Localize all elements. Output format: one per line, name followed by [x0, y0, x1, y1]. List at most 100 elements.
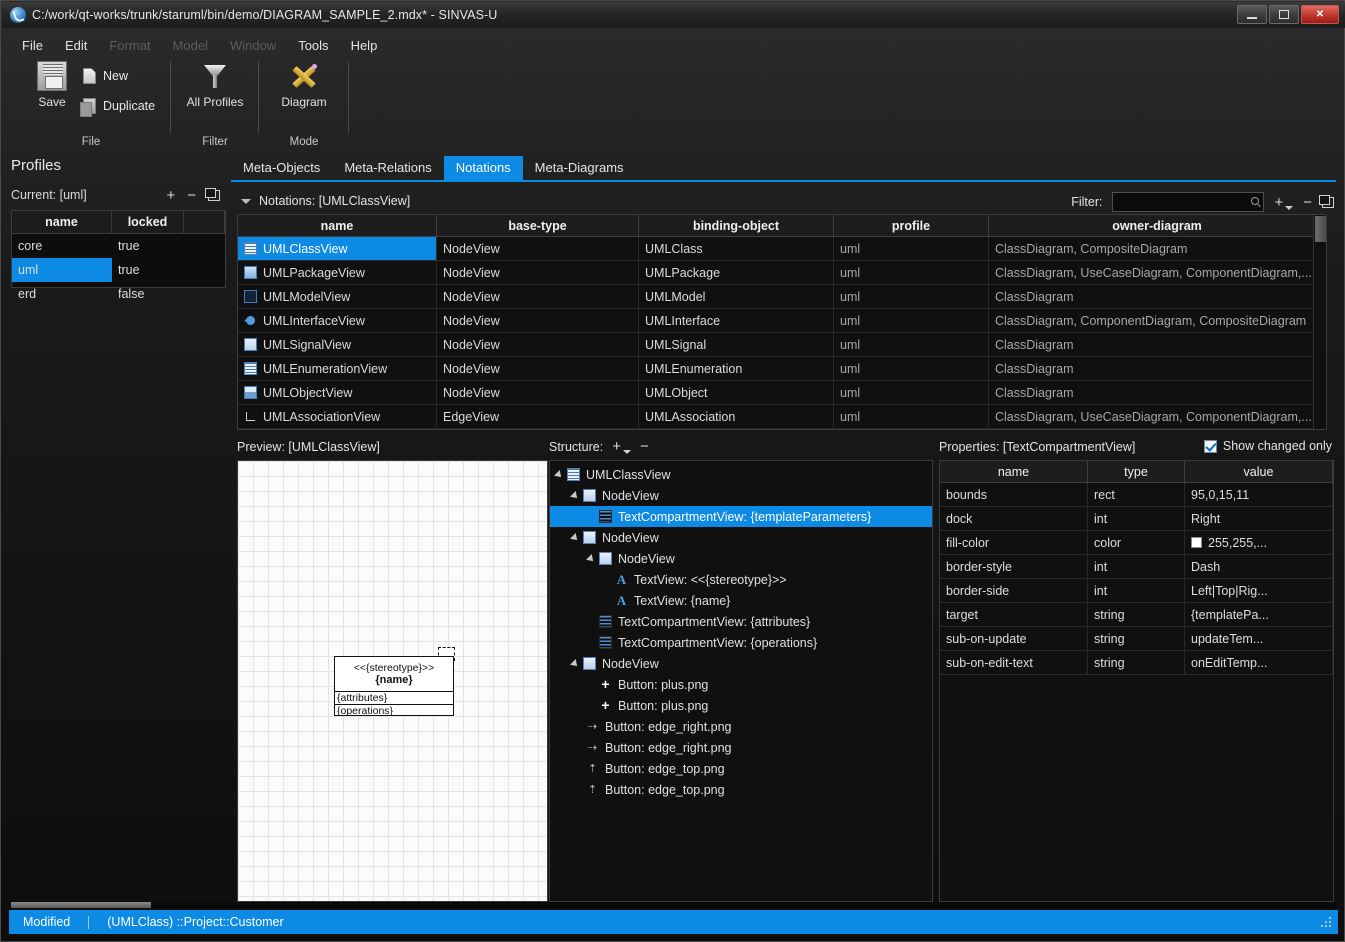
table-row[interactable]: border-style int Dash — [940, 555, 1333, 579]
table-row[interactable]: sub-on-update string updateTem... — [940, 627, 1333, 651]
remove-notation-button[interactable]: − — [1303, 195, 1312, 210]
table-row[interactable]: UMLSignalView NodeView UMLSignal uml Cla… — [238, 333, 1326, 357]
tree-item[interactable]: + Button: plus.png — [550, 674, 932, 695]
prop-value[interactable]: onEditTemp... — [1185, 651, 1333, 674]
expand-triangle-icon[interactable] — [570, 658, 580, 669]
tree-item[interactable]: ⇢ Button: edge_right.png — [550, 737, 932, 758]
table-row[interactable]: UMLClassView NodeView UMLClass uml Class… — [238, 237, 1326, 261]
prop-col-type[interactable]: type — [1088, 461, 1185, 482]
tree-item[interactable]: ⇢ Button: edge_right.png — [550, 716, 932, 737]
minimize-button[interactable] — [1237, 5, 1267, 24]
diagram-mode-button[interactable]: Diagram — [273, 61, 335, 109]
prop-type: int — [1088, 507, 1185, 530]
filter-input-wrapper[interactable] — [1112, 192, 1265, 212]
tree-item[interactable]: NodeView — [550, 653, 932, 674]
table-row[interactable]: dock int Right — [940, 507, 1333, 531]
resize-grip-icon[interactable] — [1320, 916, 1332, 928]
tab-meta-diagrams[interactable]: Meta-Diagrams — [523, 156, 636, 180]
chevron-down-icon[interactable] — [622, 450, 631, 454]
close-button[interactable]: ✕ — [1301, 5, 1339, 24]
tree-item[interactable]: NodeView — [550, 485, 932, 506]
tree-item[interactable]: NodeView — [550, 548, 932, 569]
copy-notation-icon[interactable] — [1319, 194, 1334, 208]
all-profiles-button[interactable]: All Profiles — [184, 61, 246, 109]
prop-value[interactable]: Left|Top|Rig... — [1185, 579, 1333, 602]
tree-item[interactable]: TextCompartmentView: {templateParameters… — [550, 506, 932, 527]
tree-item[interactable]: NodeView — [550, 527, 932, 548]
menu-edit[interactable]: Edit — [54, 35, 98, 56]
table-row[interactable]: core true — [12, 234, 225, 258]
scrollbar-thumb[interactable] — [1315, 216, 1326, 242]
copy-profile-icon[interactable] — [205, 187, 220, 201]
save-button[interactable]: Save — [21, 61, 83, 109]
app-logo-icon — [10, 7, 26, 23]
col-owner-diagram[interactable]: owner-diagram — [989, 215, 1326, 236]
remove-profile-button[interactable]: − — [187, 188, 196, 203]
expand-triangle-icon[interactable] — [570, 532, 580, 543]
tree-item[interactable]: ⇡ Button: edge_top.png — [550, 779, 932, 800]
prop-col-name[interactable]: name — [940, 461, 1088, 482]
new-button[interactable]: New — [83, 68, 128, 84]
table-row[interactable]: fill-color color 255,255,... — [940, 531, 1333, 555]
tree-item[interactable]: + Button: plus.png — [550, 695, 932, 716]
tree-item[interactable]: TextCompartmentView: {attributes} — [550, 611, 932, 632]
add-structure-button[interactable]: + — [612, 439, 631, 454]
prop-type: int — [1088, 555, 1185, 578]
filter-input[interactable] — [1113, 193, 1264, 211]
prop-value[interactable]: 95,0,15,11 — [1185, 483, 1333, 506]
menu-window: Window — [229, 37, 277, 53]
col-base-type[interactable]: base-type — [437, 215, 639, 236]
tree-item[interactable]: A TextView: {name} — [550, 590, 932, 611]
col-name[interactable]: name — [238, 215, 437, 236]
col-binding-object[interactable]: binding-object — [639, 215, 834, 236]
table-row[interactable]: UMLAssociationView EdgeView UMLAssociati… — [238, 405, 1326, 429]
table-row[interactable]: UMLObjectView NodeView UMLObject uml Cla… — [238, 381, 1326, 405]
preview-canvas[interactable]: <<{stereotype}>> {name} {attributes} {op… — [237, 460, 548, 902]
table-row[interactable]: UMLEnumerationView NodeView UMLEnumerati… — [238, 357, 1326, 381]
expand-triangle-icon[interactable] — [586, 553, 596, 564]
add-notation-button[interactable]: + — [1274, 195, 1294, 210]
duplicate-button[interactable]: Duplicate — [80, 98, 155, 117]
table-row[interactable]: target string {templatePa... — [940, 603, 1333, 627]
tree-item[interactable]: TextCompartmentView: {operations} — [550, 632, 932, 653]
scrollbar-thumb[interactable] — [11, 902, 151, 908]
prop-value[interactable]: Right — [1185, 507, 1333, 530]
table-row[interactable]: sub-on-edit-text string onEditTemp... — [940, 651, 1333, 675]
col-profile[interactable]: profile — [834, 215, 989, 236]
tab-meta-relations[interactable]: Meta-Relations — [332, 156, 443, 180]
prop-value[interactable]: {templatePa... — [1185, 603, 1333, 626]
horizontal-scrollbar[interactable] — [11, 902, 1336, 908]
maximize-button[interactable] — [1269, 5, 1299, 24]
prop-type: string — [1088, 603, 1185, 626]
tab-meta-objects[interactable]: Meta-Objects — [231, 156, 332, 180]
expand-triangle-icon[interactable] — [554, 469, 564, 480]
tab-notations[interactable]: Notations — [443, 156, 523, 180]
table-row[interactable]: erd false — [12, 282, 225, 306]
notations-vertical-scrollbar[interactable] — [1313, 215, 1326, 429]
tree-item[interactable]: ⇡ Button: edge_top.png — [550, 758, 932, 779]
expand-triangle-icon[interactable] — [570, 490, 580, 501]
remove-structure-button[interactable]: − — [640, 439, 649, 454]
prop-value[interactable]: updateTem... — [1185, 627, 1333, 650]
menu-tools[interactable]: Tools — [287, 35, 339, 56]
checkbox-icon[interactable] — [1203, 439, 1217, 453]
show-changed-only-toggle[interactable]: Show changed only — [1203, 439, 1332, 453]
table-row[interactable]: UMLModelView NodeView UMLModel uml Class… — [238, 285, 1326, 309]
text-icon: A — [616, 572, 627, 587]
notation-binding-object: UMLInterface — [639, 309, 834, 332]
uml-class-shape[interactable]: <<{stereotype}>> {name} {attributes} {op… — [334, 656, 454, 717]
prop-value[interactable]: Dash — [1185, 555, 1333, 578]
tree-item[interactable]: UMLClassView — [550, 464, 932, 485]
table-row[interactable]: border-side int Left|Top|Rig... — [940, 579, 1333, 603]
table-row[interactable]: uml true — [12, 258, 225, 282]
menu-help[interactable]: Help — [340, 35, 389, 56]
tree-item[interactable]: A TextView: <<{stereotype}>> — [550, 569, 932, 590]
menu-file[interactable]: File — [11, 35, 54, 56]
collapse-triangle-icon[interactable] — [241, 198, 251, 204]
add-profile-button[interactable]: + — [166, 188, 175, 203]
prop-col-value[interactable]: value — [1185, 461, 1333, 482]
table-row[interactable]: UMLInterfaceView NodeView UMLInterface u… — [238, 309, 1326, 333]
chevron-down-icon[interactable] — [1285, 205, 1294, 210]
table-row[interactable]: UMLPackageView NodeView UMLPackage uml C… — [238, 261, 1326, 285]
table-row[interactable]: bounds rect 95,0,15,11 — [940, 483, 1333, 507]
